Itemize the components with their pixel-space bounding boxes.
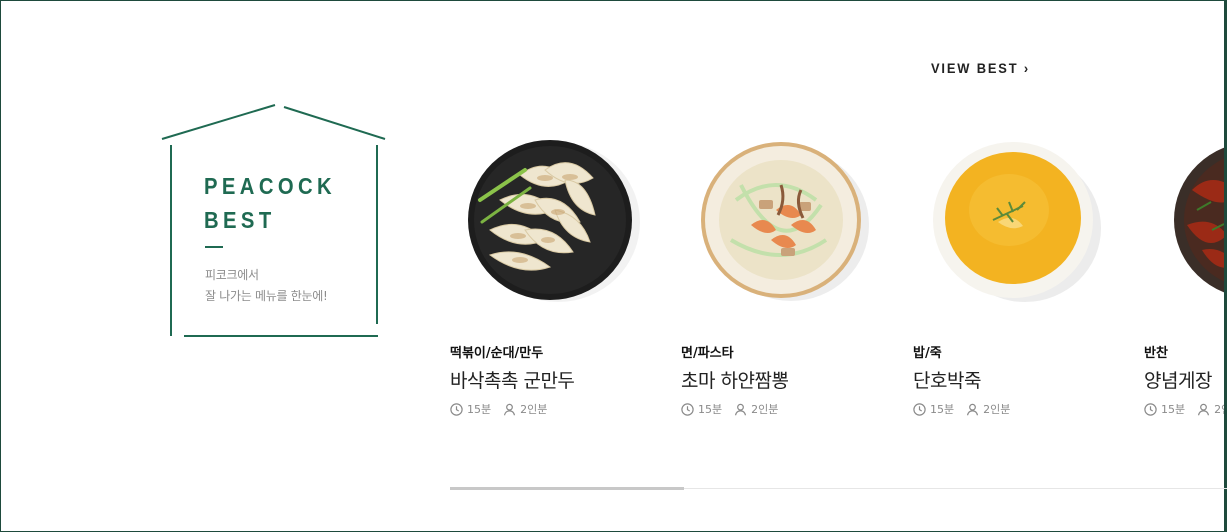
- serving-size: 2인분: [520, 403, 548, 416]
- carousel-scroll-thumb[interactable]: [450, 487, 684, 490]
- product-meta: 15분 2인분: [913, 401, 1010, 417]
- clock-icon: [681, 402, 694, 416]
- product-meta: 15분 2인분: [450, 401, 547, 417]
- product-category: 떡볶이/순대/만두: [450, 346, 544, 361]
- peacock-best-badge: PEACOCK BEST 피코크에서 잘 나가는 메뉴를 한눈에!: [160, 103, 388, 339]
- pumpkin-porridge-bowl-image: [933, 142, 1101, 302]
- serving-size: 2인분: [1214, 403, 1224, 416]
- person-icon: [735, 403, 747, 415]
- product-category: 반찬: [1144, 346, 1168, 361]
- product-name: 초마 하얀짬뽕: [681, 370, 789, 392]
- serving-size: 2인분: [983, 403, 1011, 416]
- product-meta: 15분 2인분: [681, 401, 778, 417]
- dumpling-plate-image: [468, 140, 640, 302]
- product-meta: 15분 2인분: [1144, 401, 1224, 417]
- view-best-label: VIEW BEST: [931, 60, 1019, 76]
- product-category: 밥/죽: [913, 346, 942, 361]
- person-icon: [504, 403, 516, 415]
- badge-title: PEACOCK BEST: [204, 173, 337, 233]
- cook-time: 15분: [467, 403, 492, 416]
- product-card[interactable]: 반찬 양념게장 15분 2인분: [1144, 130, 1224, 430]
- clock-icon: [1144, 402, 1157, 416]
- product-name: 양념게장: [1144, 370, 1212, 392]
- product-name: 단호박죽: [913, 370, 981, 392]
- white-jjamppong-bowl-image: [701, 142, 869, 301]
- cook-time: 15분: [1161, 403, 1186, 416]
- product-category: 면/파스타: [681, 346, 734, 361]
- cook-time: 15분: [698, 403, 723, 416]
- product-name: 바삭촉촉 군만두: [450, 370, 575, 392]
- badge-subtitle: 피코크에서 잘 나가는 메뉴를 한눈에!: [205, 268, 328, 303]
- clock-icon: [450, 402, 463, 416]
- spicy-crab-plate-image: [1174, 147, 1224, 293]
- cook-time: 15분: [930, 403, 955, 416]
- clock-icon: [913, 402, 926, 416]
- badge-divider: [205, 246, 223, 248]
- chevron-right-icon: ›: [1023, 60, 1031, 76]
- person-icon: [1198, 403, 1210, 415]
- serving-size: 2인분: [751, 403, 779, 416]
- view-best-link[interactable]: VIEW BEST ›: [931, 60, 1030, 76]
- person-icon: [967, 403, 979, 415]
